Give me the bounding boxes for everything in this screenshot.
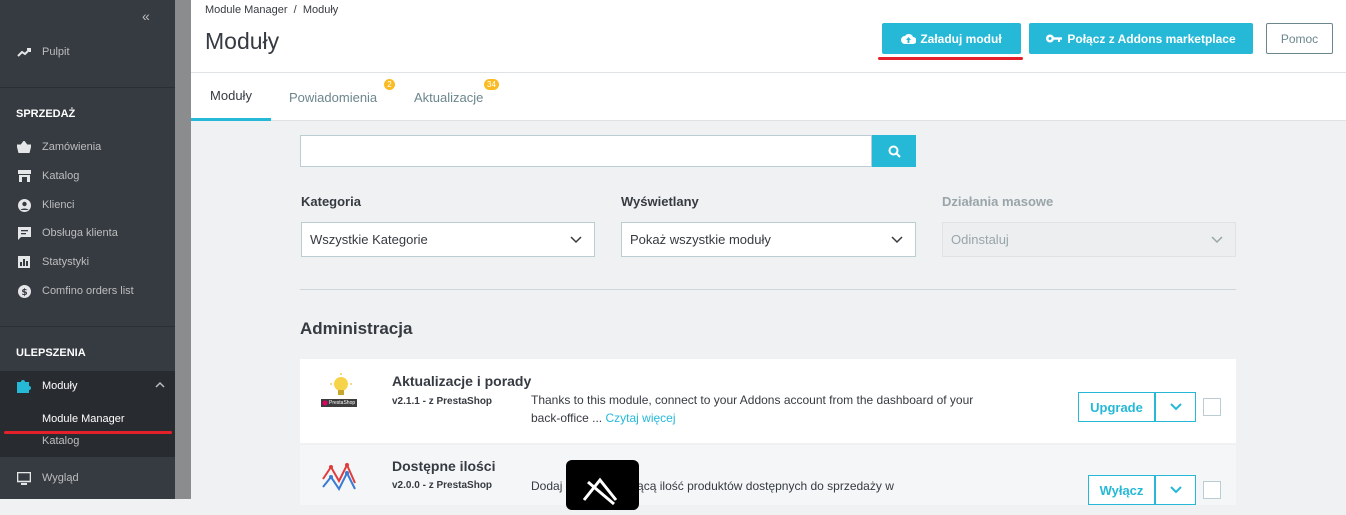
filters-divider [300,289,1236,290]
sidebar-item-label: Zamówienia [42,141,102,153]
sidebar-submenu [0,401,175,457]
sidebar-item-label: Pulpit [42,46,70,58]
updates-badge: 34 [484,79,499,90]
collapse-sidebar-icon[interactable]: « [142,8,150,24]
bar-chart-icon [16,254,32,270]
sidebar-item-orders[interactable]: Zamówienia [0,133,175,161]
module-checkbox[interactable] [1203,398,1221,416]
highlight-underline [4,431,172,434]
bulk-actions-select[interactable]: Odinstaluj [942,222,1236,257]
chevron-down-icon [570,232,582,247]
puzzle-icon [16,378,32,394]
display-select[interactable]: Pokaż wszystkie moduły [621,222,916,257]
upload-module-button[interactable]: Załaduj moduł [882,23,1021,54]
user-circle-icon [16,197,32,213]
connect-addons-label: Połącz z Addons marketplace [1067,31,1236,46]
upgrade-button[interactable]: Upgrade [1078,392,1155,422]
search-icon [888,145,901,158]
module-name: Dostępne ilości [392,458,496,474]
sidebar-item-label: Obsługa klienta [42,227,118,239]
connect-addons-button[interactable]: Połącz z Addons marketplace [1029,23,1253,54]
svg-text:$: $ [21,288,27,298]
monitor-icon [16,470,32,486]
cloud-upload-icon [901,33,917,44]
module-description: Thanks to this module, connect to your A… [531,391,991,427]
sidebar-subitem-module-manager[interactable]: Module Manager [42,413,125,425]
notification-badge: 2 [384,79,395,90]
sidebar-item-catalog[interactable]: Katalog [0,162,175,190]
category-select[interactable]: Wszystkie Kategorie [301,222,595,257]
display-value: Pokaż wszystkie moduły [630,232,771,247]
sidebar: « Pulpit SPRZEDAŻ Zamówienia Katalog Kli… [0,0,175,499]
chevron-down-icon [891,232,903,247]
dollar-circle-icon: $ [16,283,32,299]
tab-updates[interactable]: Aktualizacje [414,73,483,121]
module-actions-dropdown[interactable] [1155,392,1196,422]
sidebar-item-label: Moduły [42,380,78,392]
basket-icon [16,139,32,155]
sidebar-item-customers[interactable]: Klienci [0,191,175,219]
search-input[interactable] [300,135,872,167]
tab-modules[interactable]: Moduły [191,73,271,121]
sidebar-item-label: Wygląd [42,472,79,484]
sidebar-divider [0,87,175,88]
sidebar-item-appearance[interactable]: Wygląd [0,464,175,492]
breadcrumb[interactable]: Module Manager / Moduły [205,4,338,16]
module-version: v2.1.1 - z PrestaShop [392,396,493,407]
logo-text: PrestaShop [329,400,356,406]
chevron-up-icon [155,379,165,391]
sidebar-item-modules[interactable]: Moduły [0,371,175,401]
sidebar-divider [0,326,175,327]
module-actions-dropdown[interactable] [1155,475,1196,505]
disable-button[interactable]: Wyłącz [1088,475,1155,505]
display-label: Wyświetlany [621,194,699,209]
module-checkbox[interactable] [1203,481,1221,499]
help-button[interactable]: Pomoc [1266,23,1333,54]
bulk-actions-label: Działania masowe [942,194,1054,209]
sidebar-item-customer-service[interactable]: Obsługa klienta [0,219,175,247]
section-title: Administracja [300,319,413,338]
key-icon [1046,34,1063,43]
module-logo [321,459,357,495]
module-version: v2.0.0 - z PrestaShop [392,480,493,491]
tab-label: Aktualizacje [414,89,484,105]
module-description-text: Thanks to this module, connect to your A… [531,393,974,425]
bulk-actions-value: Odinstaluj [951,232,1009,247]
sidebar-scrollbar[interactable] [175,0,191,499]
category-label: Kategoria [301,194,361,209]
sidebar-section-sales: SPRZEDAŻ [16,108,76,120]
module-logo: PrestaShop [321,372,357,408]
sidebar-item-dashboard[interactable]: Pulpit [0,38,175,66]
tab-bar: Moduły Powiadomienia 2 Aktualizacje 34 [191,73,1346,121]
sidebar-item-label: Klienci [42,199,75,211]
tab-notifications[interactable]: Powiadomienia [289,73,377,121]
tab-label: Moduły [210,88,252,103]
tab-label: Powiadomienia [289,89,378,105]
module-name: Aktualizacje i porady [392,373,532,389]
sidebar-subitem-catalog[interactable]: Katalog [42,435,79,447]
read-more-link[interactable]: Czytaj więcej [606,411,676,425]
chevron-down-icon [1211,232,1223,247]
trend-icon [16,44,32,60]
sidebar-item-label: Statystyki [42,256,90,268]
upload-module-label: Załaduj moduł [920,31,1002,46]
sidebar-item-label: Katalog [42,170,80,182]
sidebar-item-comfino[interactable]: $ Comfino orders list [0,277,175,305]
chat-icon [16,225,32,241]
sidebar-item-label: Comfino orders list [42,285,134,297]
page-title: Moduły [205,28,280,54]
search-button[interactable] [872,135,916,167]
sidebar-section-improve: ULEPSZENIA [16,347,86,359]
sidebar-item-stats[interactable]: Statystyki [0,248,175,276]
module-card: Dostępne ilości v2.0.0 - z PrestaShop Do… [300,445,1236,505]
chevron-down-icon [1169,486,1182,494]
category-value: Wszystkie Kategorie [310,232,428,247]
highlight-underline [878,57,1023,60]
store-icon [16,168,32,184]
module-card: PrestaShop Aktualizacje i porady v2.1.1 … [300,359,1236,443]
overlay-logo [566,460,639,510]
chevron-down-icon [1169,403,1182,411]
